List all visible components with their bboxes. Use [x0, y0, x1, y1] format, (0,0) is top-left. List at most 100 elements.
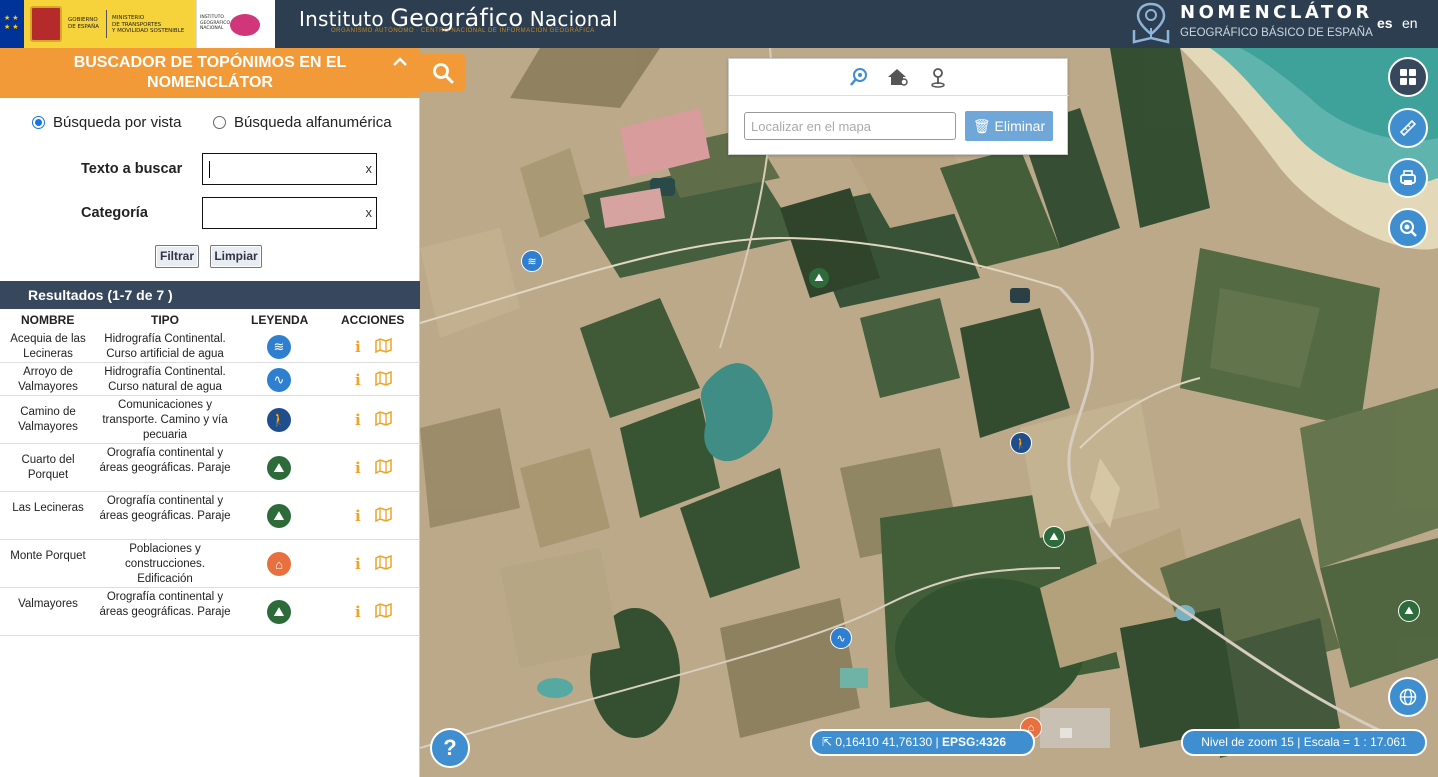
trash-icon: 🗑 [972, 118, 991, 134]
search-icon [432, 63, 453, 84]
delete-button[interactable]: 🗑 Eliminar [965, 111, 1053, 141]
river-icon: ∿ [267, 367, 291, 392]
locate-input[interactable]: Localizar en el mapa [744, 112, 956, 140]
canal-marker-icon[interactable]: ≋ [521, 250, 543, 272]
lang-en-link[interactable]: en [1402, 15, 1418, 31]
map-icon[interactable] [375, 337, 392, 356]
map-icon[interactable] [375, 554, 392, 573]
building-icon: ⌂ [267, 552, 291, 576]
clear-category-button[interactable]: x [366, 205, 373, 220]
grid-icon [1400, 69, 1416, 85]
text-search-input[interactable]: x [202, 153, 377, 185]
info-icon[interactable]: i [355, 459, 361, 477]
ministry-label: MINISTERIO DE TRANSPORTES Y MOVILIDAD SO… [112, 15, 185, 34]
results-header: Resultados (1-7 de 7 ) [0, 281, 420, 309]
col-legend: LEYENDA [251, 313, 309, 327]
hiker-marker-icon[interactable]: 🚶 [1010, 432, 1032, 454]
landscape-icon: ⛰ [267, 600, 291, 624]
scale-display: Nivel de zoom 15 | Escala = 1 : 17.061 [1181, 729, 1427, 756]
table-row[interactable]: Camino de Valmayores Comunicaciones y tra… [0, 396, 420, 444]
map-view[interactable]: ≋ ⛰ 🚶 ⛰ ∿ ⛰ ⌂ [420, 48, 1438, 777]
panel-header[interactable]: BUSCADOR DE TOPÓNIMOS EN EL NOMENCLÁTOR [0, 48, 420, 98]
printer-icon [1400, 170, 1416, 185]
table-row[interactable]: Monte Porquet Poblaciones y construccione… [0, 540, 420, 588]
filter-button[interactable]: Filtrar [155, 245, 199, 268]
col-type: TIPO [151, 313, 180, 327]
globe-button[interactable] [1388, 677, 1428, 717]
table-row[interactable]: Cuarto del Porquet Orografía continental … [0, 444, 420, 492]
map-icon[interactable] [375, 410, 392, 429]
landscape-marker-icon[interactable]: ⛰ [809, 268, 829, 288]
pin-icon[interactable] [929, 67, 947, 89]
row-type: Comunicaciones y transporte. Camino y ví… [102, 398, 228, 441]
text-search-label: Texto a buscar [81, 161, 183, 177]
app-title: NOMENCLÁTOR [1180, 2, 1373, 23]
info-icon[interactable]: i [355, 603, 361, 621]
gov-divider [106, 10, 107, 38]
table-row[interactable]: Valmayores Orografía continental y áreas … [0, 588, 420, 636]
help-button[interactable]: ? [430, 728, 470, 768]
map-icon[interactable] [375, 506, 392, 525]
landscape-icon: ⛰ [267, 504, 291, 528]
home-search-icon[interactable] [886, 67, 910, 87]
measure-button[interactable] [1388, 108, 1428, 148]
eu-flag-icon [0, 0, 24, 48]
panel-title-line2: NOMENCLÁTOR [147, 74, 273, 91]
radio-alpha-indicator[interactable] [213, 116, 226, 129]
hiker-icon: 🚶 [267, 408, 291, 432]
radio-view-indicator[interactable] [32, 116, 45, 129]
locate-divider [729, 95, 1069, 96]
info-icon[interactable]: i [355, 507, 361, 525]
layers-grid-button[interactable] [1388, 57, 1428, 97]
map-icon[interactable] [375, 602, 392, 621]
zoom-search-icon[interactable] [849, 67, 869, 87]
info-icon[interactable]: i [355, 555, 361, 573]
landscape-marker-icon[interactable]: ⛰ [1398, 600, 1420, 622]
table-row[interactable]: Arroyo de Valmayores Hidrografía Continen… [0, 363, 420, 396]
clear-text-button[interactable]: x [366, 161, 373, 176]
row-type: Hidrografía Continental. Curso artificia… [104, 333, 226, 360]
gov-label: GOBIERNO DE ESPAÑA [68, 17, 100, 30]
row-name: Las Lecineras [12, 502, 84, 514]
map-icon[interactable] [375, 458, 392, 477]
radio-search-alpha[interactable]: Búsqueda alfanumérica [213, 114, 392, 131]
delete-label: Eliminar [994, 118, 1046, 134]
river-marker-icon[interactable]: ∿ [830, 627, 852, 649]
info-icon[interactable]: i [355, 338, 361, 356]
text-caret [209, 161, 210, 178]
chevron-up-icon[interactable] [392, 52, 408, 72]
category-label: Categoría [81, 205, 148, 221]
panel-title-line1: BUSCADOR DE TOPÓNIMOS EN EL [73, 54, 347, 71]
lang-es-link[interactable]: es [1377, 15, 1393, 31]
print-button[interactable] [1388, 158, 1428, 198]
map-icon[interactable] [375, 370, 392, 389]
info-icon[interactable]: i [355, 411, 361, 429]
ruler-icon [1399, 119, 1417, 137]
epsg-label: EPSG:4326 [941, 735, 1007, 749]
radio-search-view[interactable]: Búsqueda por vista [32, 114, 181, 131]
info-icon[interactable]: i [355, 371, 361, 389]
row-name: Arroyo de Valmayores [18, 365, 78, 393]
coordinates-value: 0,16410 41,76130 [835, 735, 933, 749]
table-row[interactable]: Acequia de las Lecineras Hidrografía Cont… [0, 331, 420, 363]
radio-view-label: Búsqueda por vista [53, 114, 182, 131]
col-name: NOMBRE [21, 313, 75, 327]
row-type: Hidrografía Continental. Curso natural d… [104, 365, 226, 393]
aerial-imagery [420, 48, 1438, 777]
row-name: Acequia de las Lecineras [10, 333, 86, 360]
ign-small-label: INSTITUTO GEOGRÁFICO NACIONAL [200, 15, 230, 31]
magnifier-icon [1400, 220, 1417, 237]
col-actions: ACCIONES [341, 313, 405, 327]
canal-icon: ≋ [267, 335, 291, 359]
app-subtitle: GEOGRÁFICO BÁSICO DE ESPAÑA [1180, 27, 1373, 39]
zoom-search-button[interactable] [1388, 208, 1428, 248]
row-name: Cuarto del Porquet [21, 454, 75, 481]
category-input[interactable]: x [202, 197, 377, 229]
search-toggle-button[interactable] [420, 54, 465, 92]
clear-button[interactable]: Limpiar [210, 245, 262, 268]
landscape-marker-icon[interactable]: ⛰ [1043, 526, 1065, 548]
table-row[interactable]: Las Lecineras Orografía continental y áre… [0, 492, 420, 540]
ign-logo-icon [230, 14, 260, 36]
row-name: Valmayores [18, 598, 78, 610]
globe-icon [1399, 688, 1417, 706]
